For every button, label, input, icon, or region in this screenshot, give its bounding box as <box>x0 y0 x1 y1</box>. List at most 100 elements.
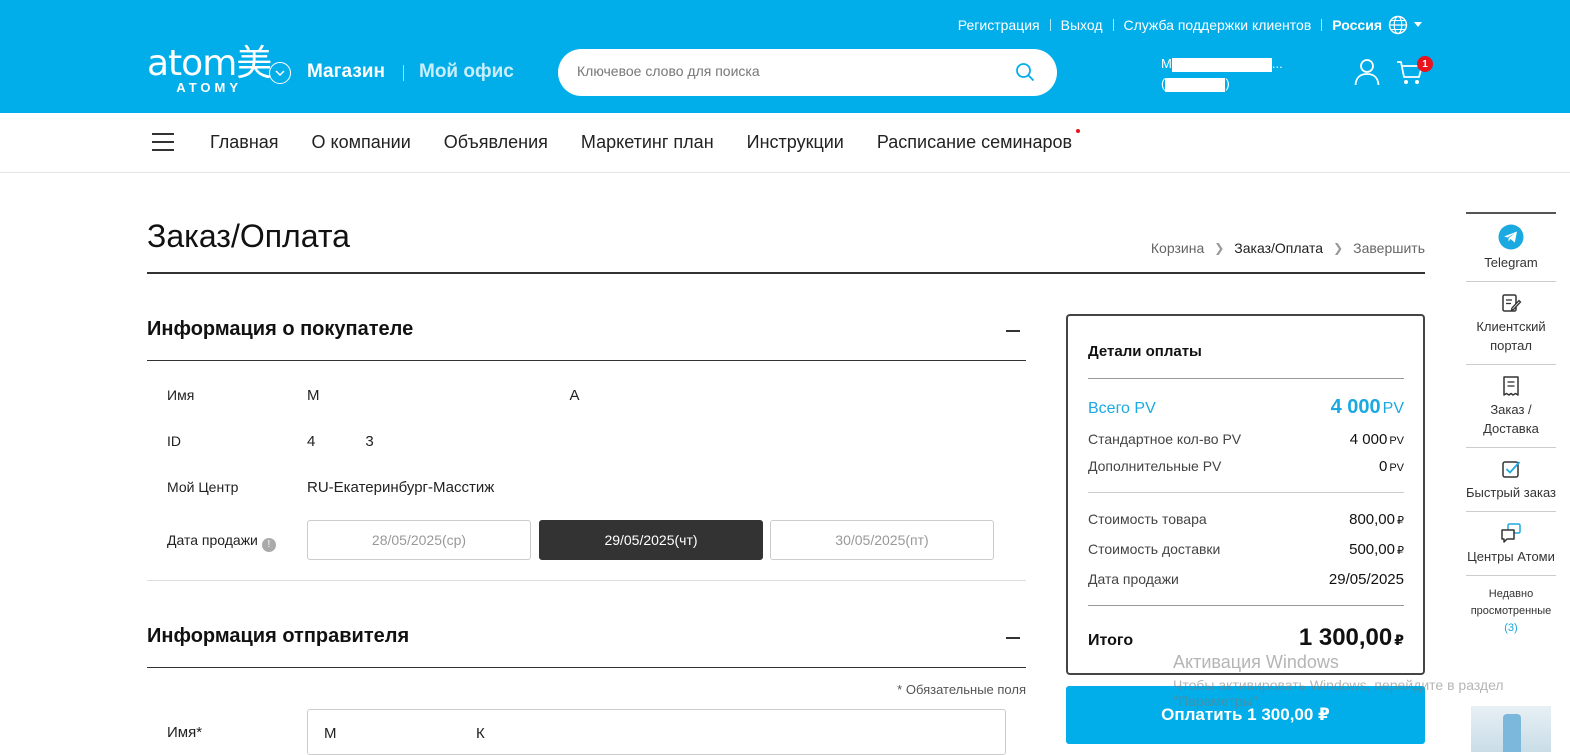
required-fields-note: * Обязательные поля <box>897 682 1026 697</box>
additional-pv-row: Дополнительные PV 0 PV <box>1088 458 1404 475</box>
nav-about[interactable]: О компании <box>312 132 411 153</box>
delivery-cost-label: Стоимость доставки <box>1088 541 1221 557</box>
redacted-username <box>1171 57 1272 72</box>
sender-name-label: Имя* <box>167 724 203 741</box>
main-navigation: Главная О компании Объявления Маркетинг … <box>0 113 1570 173</box>
redacted-id <box>315 435 366 450</box>
quick-client-portal[interactable]: Клиентский портал <box>1466 282 1556 365</box>
quick-telegram[interactable]: Telegram <box>1466 214 1556 282</box>
goods-cost-row: Стоимость товара 800,00 ₽ <box>1088 511 1404 528</box>
checkbox-icon <box>1466 458 1556 480</box>
nav-instructions[interactable]: Инструкции <box>747 132 844 153</box>
register-link[interactable]: Регистрация <box>958 17 1040 33</box>
quick-atomy-centers[interactable]: Центры Атоми <box>1466 512 1556 576</box>
edit-document-icon <box>1466 292 1556 314</box>
buyer-id-value: 43 <box>307 433 374 450</box>
delivery-cost-value: 500,00 <box>1349 541 1395 558</box>
shop-tab[interactable]: Магазин <box>307 61 385 83</box>
nav-announcements[interactable]: Объявления <box>444 132 548 153</box>
section-divider <box>147 360 1026 361</box>
atomy-logo[interactable]: atom美 ATOMY <box>147 43 272 96</box>
logout-link[interactable]: Выход <box>1061 17 1103 33</box>
total-value: 1 300,00 <box>1298 624 1393 651</box>
divider <box>1321 19 1323 31</box>
goods-cost-label: Стоимость товара <box>1088 511 1207 527</box>
sender-name-field[interactable]: М К <box>307 709 1006 755</box>
country-selector[interactable]: Россия <box>1332 15 1422 35</box>
breadcrumb-cart[interactable]: Корзина <box>1151 240 1204 256</box>
nav-marketing-plan[interactable]: Маркетинг план <box>581 132 714 153</box>
payment-details-panel: Детали оплаты Всего PV 4 000 PV Стандартн… <box>1066 314 1425 675</box>
additional-pv-value: 0 <box>1378 458 1388 475</box>
logo-wordmark: atom美 <box>147 43 272 84</box>
sale-date-label: Дата продажи <box>1088 571 1179 587</box>
title-divider <box>147 272 1425 274</box>
search-input[interactable] <box>577 63 997 79</box>
my-center-value: RU-Екатеринбург-Масстиж <box>307 479 495 496</box>
buyer-id-end: 3 <box>365 433 374 450</box>
buyer-name-end: А <box>569 387 580 404</box>
search-icon[interactable] <box>1015 62 1035 87</box>
watermark-text-2: "Параметры". <box>1173 693 1262 709</box>
pv-unit: PV <box>1382 400 1404 417</box>
quick-atomy-centers-label: Центры Атоми <box>1467 549 1555 564</box>
date-option-2-selected[interactable]: 29/05/2025(чт) <box>539 520 763 560</box>
product-image <box>1503 714 1521 752</box>
currency-symbol: ₽ <box>1394 632 1404 648</box>
watermark-title: Активация Windows <box>1173 652 1339 672</box>
buyer-id-start: 4 <box>307 433 316 450</box>
quick-telegram-label: Telegram <box>1484 255 1538 270</box>
chevron-down-icon[interactable] <box>269 62 291 84</box>
sender-name-start: М <box>324 725 337 742</box>
goods-cost-value: 800,00 <box>1349 511 1395 528</box>
buyer-id-label: ID <box>167 433 181 449</box>
menu-icon[interactable] <box>152 133 174 157</box>
support-link[interactable]: Служба поддержки клиентов <box>1124 17 1312 33</box>
user-id-close: ) <box>1225 76 1230 91</box>
quick-fast-order[interactable]: Быстрый заказ <box>1466 448 1556 512</box>
buyer-name-value: МА <box>307 387 580 404</box>
my-center-label: Мой Центр <box>167 479 239 495</box>
date-option-3[interactable]: 30/05/2025(пт) <box>770 520 994 560</box>
sale-date-row: Дата продажи 29/05/2025 <box>1088 571 1404 588</box>
sale-date-label: Дата продажи! <box>167 532 276 552</box>
sale-date-value: 29/05/2025 <box>1328 571 1404 588</box>
page-title: Заказ/Оплата <box>147 218 350 254</box>
windows-activation-watermark: Активация Windows Чтобы активировать Win… <box>1173 652 1504 709</box>
quick-order-delivery[interactable]: Заказ / Доставка <box>1466 365 1556 448</box>
collapse-icon[interactable] <box>1006 330 1020 332</box>
my-office-tab[interactable]: Мой офис <box>419 61 514 83</box>
chevron-right-icon: ❯ <box>1333 241 1344 255</box>
watermark-text: Чтобы активировать Windows, перейдите в … <box>1173 677 1504 693</box>
buyer-name-label: Имя <box>167 387 195 403</box>
divider <box>1088 605 1404 606</box>
recently-viewed[interactable]: Недавно просмотренные (3) <box>1466 576 1556 637</box>
nav-home[interactable]: Главная <box>210 132 279 153</box>
pv-unit: PV <box>1389 462 1404 474</box>
additional-pv-label: Дополнительные PV <box>1088 458 1222 474</box>
chat-icon <box>1466 522 1556 544</box>
nav-seminars[interactable]: Расписание семинаров <box>877 129 1081 153</box>
delivery-cost-row: Стоимость доставки 500,00 ₽ <box>1088 541 1404 558</box>
breadcrumb: Корзина ❯ Заказ/Оплата ❯ Завершить <box>1151 240 1425 256</box>
buyer-name-start: М <box>307 387 320 404</box>
total-pv-label: Всего PV <box>1088 400 1156 417</box>
divider <box>1088 492 1404 493</box>
breadcrumb-finish: Завершить <box>1353 240 1425 256</box>
redacted-userid <box>1165 77 1226 92</box>
sender-name-end: К <box>476 725 485 742</box>
currency-symbol: ₽ <box>1397 515 1404 527</box>
top-header: Регистрация Выход Служба поддержки клиен… <box>0 0 1570 113</box>
user-icon[interactable] <box>1354 58 1380 91</box>
sender-section-heading: Информация отправителя <box>147 625 410 647</box>
quick-order-delivery-label: Заказ / Доставка <box>1483 402 1539 436</box>
quick-menu: Telegram Клиентский портал Заказ / Доста… <box>1466 212 1556 637</box>
date-option-1[interactable]: 28/05/2025(ср) <box>307 520 531 560</box>
user-info[interactable]: М... () <box>1161 54 1283 94</box>
info-icon[interactable]: ! <box>261 538 276 552</box>
recent-product-thumbnail[interactable] <box>1471 706 1551 752</box>
receipt-icon <box>1466 375 1556 397</box>
collapse-icon[interactable] <box>1006 637 1020 639</box>
sale-date-label-text: Дата продажи <box>167 532 258 548</box>
chevron-right-icon: ❯ <box>1214 241 1225 255</box>
